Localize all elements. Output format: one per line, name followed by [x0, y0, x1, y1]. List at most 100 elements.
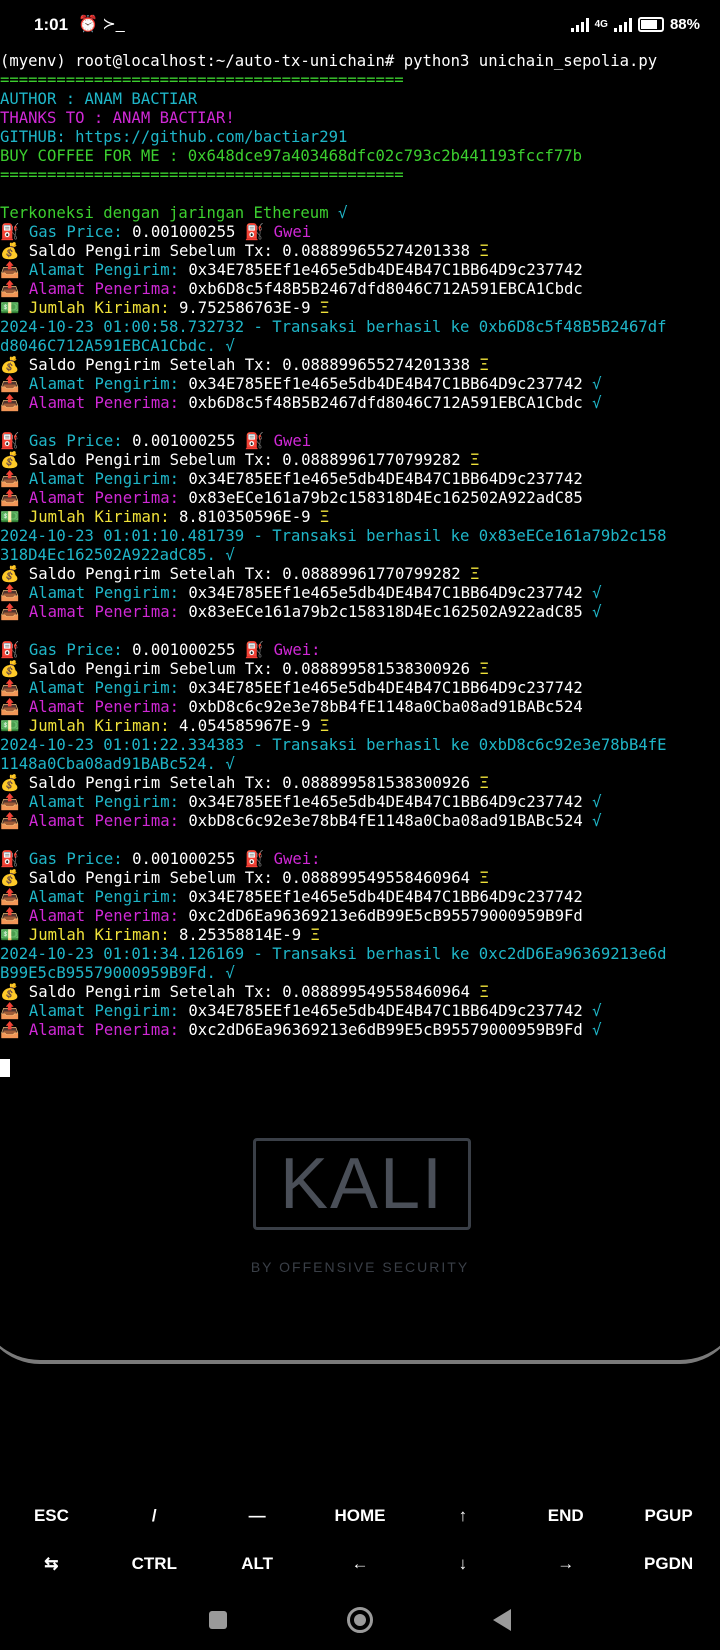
kali-logo-subtitle: BY OFFENSIVE SECURITY: [250, 1259, 470, 1275]
key-sym1[interactable]: /: [103, 1506, 206, 1526]
terminal-text: 📤: [0, 603, 29, 621]
terminal-line: 💰 Saldo Pengirim Setelah Tx: 0.088899617…: [0, 565, 720, 584]
terminal-text: 0x34E785EEf1e465e5db4DE4B47C1BB64D9c2377…: [188, 679, 583, 697]
terminal-line: 📤 Alamat Penerima: 0xb6D8c5f48B5B2467dfd…: [0, 280, 720, 299]
terminal-line: 💰 Saldo Pengirim Sebelum Tx: 0.088899549…: [0, 869, 720, 888]
terminal-text: B99E5cB95579000959B9Fd. √: [0, 964, 235, 982]
terminal-text: √: [592, 375, 602, 393]
terminal-text: Jumlah Kiriman:: [28, 926, 180, 944]
terminal-line: 2024-10-23 01:01:10.481739 - Transaksi b…: [0, 527, 720, 546]
key-alt[interactable]: ALT: [206, 1554, 309, 1574]
key-sym2[interactable]: —: [206, 1506, 309, 1526]
key-sym4[interactable]: ↑: [411, 1506, 514, 1526]
terminal-text: ⛽: [0, 641, 29, 659]
terminal-line: 💰 Saldo Pengirim Sebelum Tx: 0.088899581…: [0, 660, 720, 679]
terminal-line: 📤 Alamat Pengirim: 0x34E785EEf1e465e5db4…: [0, 679, 720, 698]
terminal-line: 2024-10-23 01:01:22.334383 - Transaksi b…: [0, 736, 720, 755]
key-ctrl[interactable]: CTRL: [103, 1554, 206, 1574]
terminal-text: Ξ: [479, 983, 489, 1001]
terminal-text: 💰 Saldo Pengirim Sebelum Tx: 0.088899655…: [0, 242, 480, 260]
terminal-text: 📤: [0, 584, 29, 602]
terminal-line: 📤 Alamat Pengirim: 0x34E785EEf1e465e5db4…: [0, 470, 720, 489]
signal-icon: [570, 17, 589, 32]
terminal-text: 2024-10-23 01:01:34.126169 - Transaksi b…: [0, 945, 667, 963]
key-sym5[interactable]: →: [514, 1554, 617, 1574]
extra-keys-row-2: ⇆ CTRL ALT ← ↓ → PGDN: [0, 1540, 720, 1588]
terminal-output[interactable]: (myenv) root@localhost:~/auto-tx-unichai…: [0, 52, 720, 1077]
terminal-text: 0.001000255 ⛽: [132, 850, 274, 868]
terminal-text: Alamat Pengirim:: [28, 584, 189, 602]
terminal-text: Alamat Pengirim:: [28, 470, 189, 488]
terminal-line: 📤 Alamat Pengirim: 0x34E785EEf1e465e5db4…: [0, 375, 720, 394]
terminal-text: Ξ: [319, 717, 330, 735]
terminal-text: 💰 Saldo Pengirim Sebelum Tx: 0.088899617…: [0, 451, 471, 469]
terminal-text: Alamat Penerima:: [28, 489, 189, 507]
terminal-line: 📤 Alamat Pengirim: 0x34E785EEf1e465e5db4…: [0, 793, 720, 812]
key-end[interactable]: END: [514, 1506, 617, 1526]
key-pgdn[interactable]: PGDN: [617, 1554, 720, 1574]
back-icon[interactable]: [493, 1609, 511, 1631]
terminal-text: Alamat Penerima:: [28, 603, 189, 621]
terminal-line: 📤 Alamat Penerima: 0xbD8c6c92e3e78bB4fE1…: [0, 812, 720, 831]
key-sym3[interactable]: ←: [309, 1554, 412, 1574]
terminal-text: √: [592, 584, 602, 602]
key-esc[interactable]: ESC: [0, 1506, 103, 1526]
terminal-text: 💰 Saldo Pengirim Sebelum Tx: 0.088899581…: [0, 660, 480, 678]
terminal-text: √: [337, 204, 348, 222]
terminal-line: 💵 Jumlah Kiriman: 4.054585967E-9 Ξ: [0, 717, 720, 736]
extra-keys-row-1: ESC / — HOME ↑ END PGUP: [0, 1492, 720, 1540]
terminal-text: 2024-10-23 01:00:58.732732 - Transaksi b…: [0, 318, 667, 336]
terminal-text: 📤: [0, 280, 29, 298]
terminal-text: Alamat Penerima:: [28, 394, 189, 412]
home-icon[interactable]: [347, 1607, 373, 1633]
key-home[interactable]: HOME: [309, 1506, 412, 1526]
terminal-text: Ξ: [470, 451, 480, 469]
terminal-line: 📤 Alamat Penerima: 0x83eECe161a79b2c1583…: [0, 489, 720, 508]
terminal-text: 2024-10-23 01:01:10.481739 - Transaksi b…: [0, 527, 667, 545]
terminal-text: Terkoneksi dengan jaringan Ethereum: [0, 204, 338, 222]
terminal-text: 💰 Saldo Pengirim Sebelum Tx: 0.088899549…: [0, 869, 480, 887]
terminal-text: 0x34E785EEf1e465e5db4DE4B47C1BB64D9c2377…: [188, 793, 593, 811]
terminal-text: 📤: [0, 793, 29, 811]
terminal-line: ⛽ Gas Price: 0.001000255 ⛽ Gwei:: [0, 641, 720, 660]
terminal-text: Jumlah Kiriman:: [28, 508, 180, 526]
terminal-line: GITHUB: https://github.com/bactiar291: [0, 128, 720, 147]
terminal-text: √: [592, 1021, 602, 1039]
terminal-line: 2024-10-23 01:00:58.732732 - Transaksi b…: [0, 318, 720, 337]
terminal-cursor[interactable]: [0, 1059, 10, 1077]
terminal-text: √: [592, 812, 602, 830]
terminal-text: Gas Price:: [28, 432, 133, 450]
terminal-text: 4.054585967E-9: [179, 717, 320, 735]
terminal-line: 📤 Alamat Penerima: 0xbD8c6c92e3e78bB4fE1…: [0, 698, 720, 717]
terminal-text: 0xc2dD6Ea96369213e6dB99E5cB95579000959B9…: [188, 907, 583, 925]
terminal-text: THANKS TO : ANAM BACTIAR!: [0, 109, 235, 127]
terminal-text: √: [592, 603, 602, 621]
network-type: 4G: [594, 19, 608, 30]
key-sym0[interactable]: ⇆: [0, 1554, 103, 1574]
terminal-text: 0x83eECe161a79b2c158318D4Ec162502A922adC…: [188, 603, 593, 621]
terminal-line: 📤 Alamat Pengirim: 0x34E785EEf1e465e5db4…: [0, 584, 720, 603]
terminal-text: Gwei: [273, 432, 312, 450]
terminal-line: 📤 Alamat Penerima: 0xc2dD6Ea96369213e6dB…: [0, 1021, 720, 1040]
terminal-text: 0x34E785EEf1e465e5db4DE4B47C1BB64D9c2377…: [188, 470, 583, 488]
terminal-text: 0x34E785EEf1e465e5db4DE4B47C1BB64D9c2377…: [188, 888, 583, 906]
terminal-line: Terkoneksi dengan jaringan Ethereum √: [0, 204, 720, 223]
terminal-text: 0xbD8c6c92e3e78bB4fE1148a0Cba08ad91BABc5…: [188, 812, 593, 830]
terminal-text: Ξ: [310, 926, 320, 944]
recents-icon[interactable]: [209, 1611, 227, 1629]
key-sym4[interactable]: ↓: [411, 1554, 514, 1574]
terminal-text: 0x34E785EEf1e465e5db4DE4B47C1BB64D9c2377…: [188, 1002, 593, 1020]
navigation-bar: [0, 1590, 720, 1650]
terminal-text: 💰 Saldo Pengirim Setelah Tx: 0.088899655…: [0, 356, 480, 374]
terminal-text: 0.001000255 ⛽: [132, 432, 274, 450]
terminal-line: 💰 Saldo Pengirim Sebelum Tx: 0.088899655…: [0, 242, 720, 261]
terminal-text: √: [592, 793, 602, 811]
key-pgup[interactable]: PGUP: [617, 1506, 720, 1526]
terminal-line: ========================================…: [0, 71, 720, 90]
terminal-text: (myenv) root@localhost:~/auto-tx-unichai…: [0, 52, 658, 70]
alarm-terminal-icons: ⏰ ≻_: [78, 16, 125, 33]
terminal-text: 📤: [0, 1002, 29, 1020]
terminal-line: 📤 Alamat Pengirim: 0x34E785EEf1e465e5db4…: [0, 888, 720, 907]
terminal-line: ⛽ Gas Price: 0.001000255 ⛽ Gwei:: [0, 850, 720, 869]
